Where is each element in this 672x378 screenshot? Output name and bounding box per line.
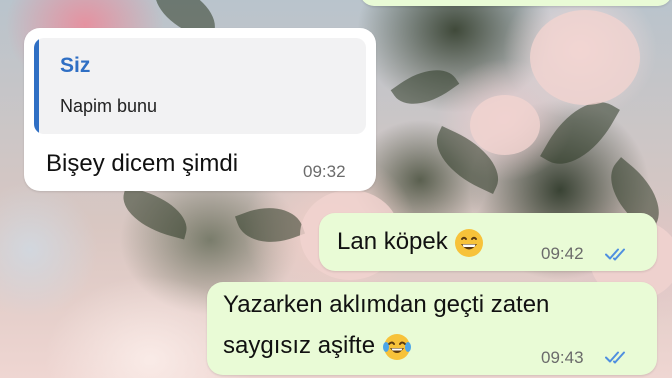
- read-receipt-icon: [605, 351, 625, 364]
- quoted-message[interactable]: Siz Napim bunu: [34, 38, 366, 134]
- outgoing-message-bubble[interactable]: Lan köpek 09:42: [319, 213, 657, 271]
- incoming-message-bubble[interactable]: Siz Napim bunu Bişey dicem şimdi 09:32: [24, 28, 376, 191]
- quote-accent-bar: [34, 38, 39, 134]
- outgoing-message-bubble[interactable]: Yazarken aklımdan geçti zaten saygısız a…: [207, 282, 657, 375]
- quoted-text: Napim bunu: [60, 96, 158, 116]
- read-receipt-icon: [605, 248, 625, 261]
- message-time: 09:43: [541, 348, 584, 367]
- message-line-2: saygısız aşifte: [223, 331, 412, 362]
- previous-message-bubble[interactable]: [360, 0, 672, 6]
- tears-of-joy-face-icon: [382, 333, 411, 360]
- message-time: 09:32: [303, 162, 346, 181]
- quoted-author: Siz: [60, 54, 91, 77]
- message-time: 09:42: [541, 244, 584, 263]
- message-text-content: Lan köpek: [337, 228, 448, 255]
- message-text: Bişey dicem şimdi: [46, 150, 239, 177]
- message-line-1: Yazarken aklımdan geçti zaten: [223, 291, 550, 318]
- grinning-face-icon: [455, 228, 484, 257]
- message-text: Lan köpek: [337, 227, 484, 258]
- message-line-2-text: saygısız aşifte: [223, 332, 376, 359]
